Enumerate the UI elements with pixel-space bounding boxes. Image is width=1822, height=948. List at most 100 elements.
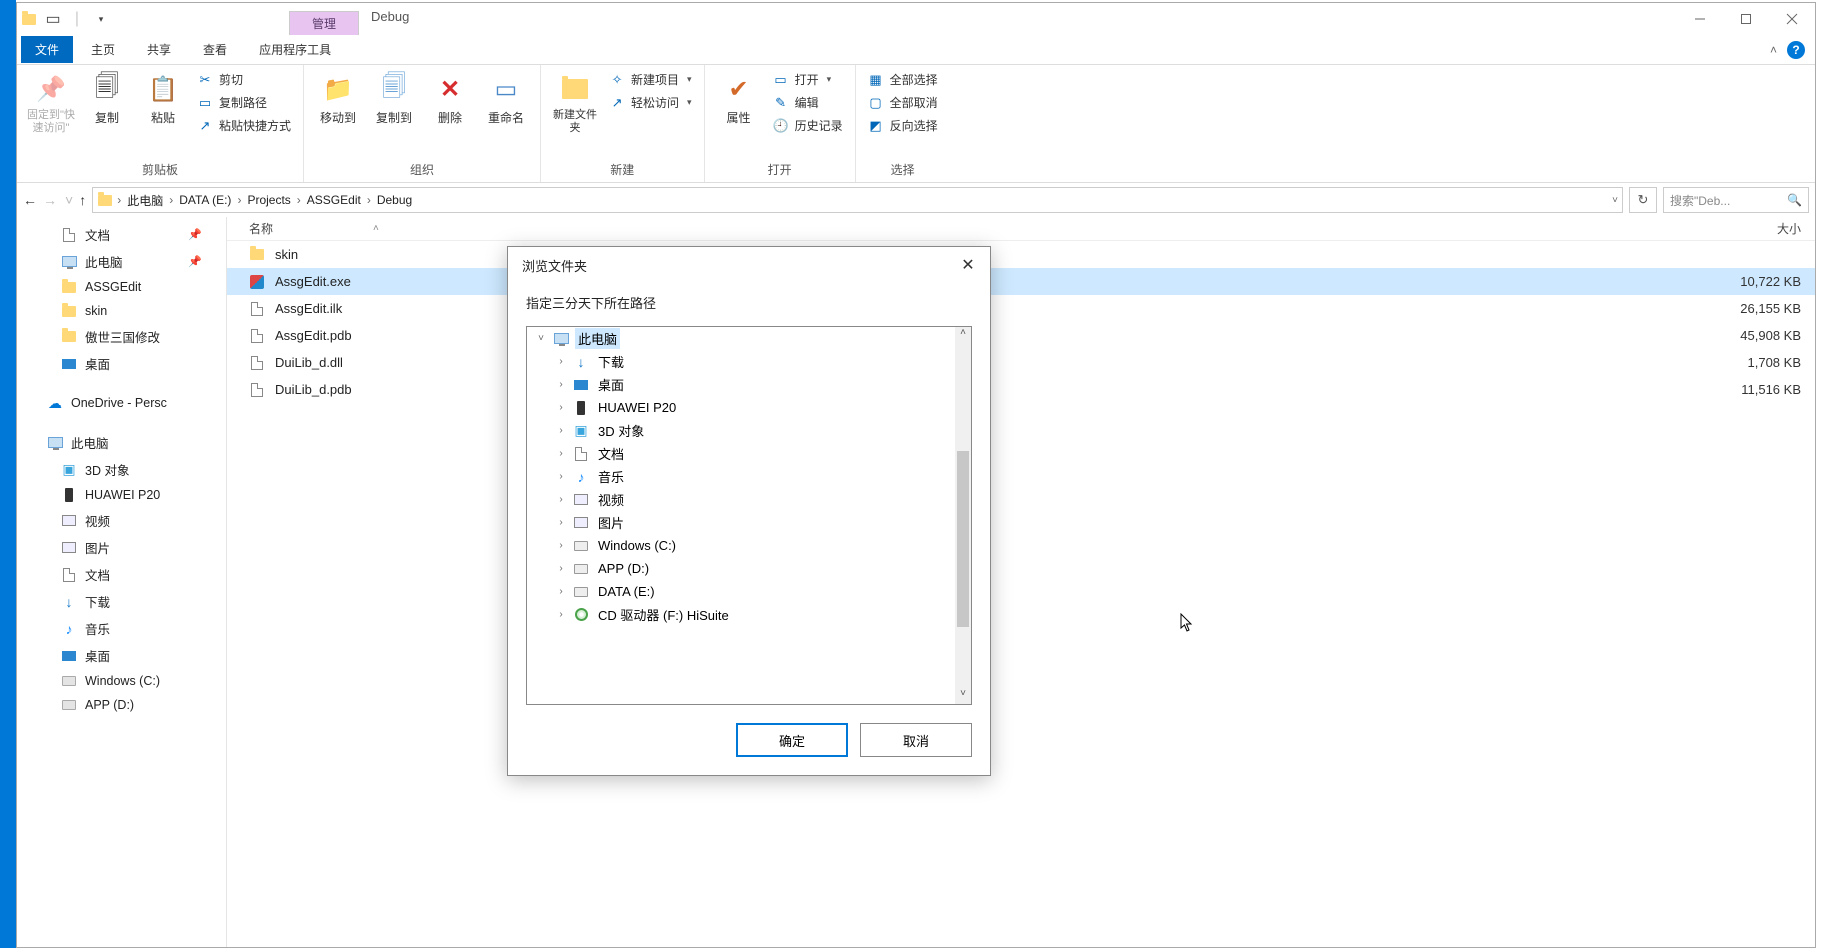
column-name[interactable]: 名称 bbox=[249, 220, 273, 237]
file-row[interactable]: DuiLib_d.dll1,708 KB bbox=[227, 349, 1815, 376]
new-folder-button[interactable]: 新建文件夹 bbox=[549, 69, 601, 137]
address-dropdown-icon[interactable]: ˅ bbox=[1612, 195, 1618, 206]
nav-app-d[interactable]: APP (D:) bbox=[17, 693, 226, 717]
breadcrumb-item[interactable]: Projects bbox=[245, 191, 292, 209]
tree-item-root[interactable]: ˅此电脑 bbox=[527, 327, 955, 350]
column-size[interactable]: 大小 bbox=[1719, 220, 1815, 237]
history-button[interactable]: 🕘历史记录 bbox=[769, 115, 847, 136]
file-row[interactable]: AssgEdit.ilk26,155 KB bbox=[227, 295, 1815, 322]
refresh-button[interactable]: ↻ bbox=[1629, 187, 1657, 213]
tree-scrollbar[interactable]: ˄ ˅ bbox=[955, 327, 971, 704]
scroll-thumb[interactable] bbox=[957, 451, 969, 627]
expand-icon[interactable]: › bbox=[555, 356, 567, 367]
paste-button[interactable]: 📋 粘贴 bbox=[137, 69, 189, 128]
nav-skin[interactable]: skin bbox=[17, 299, 226, 323]
nav-onedrive[interactable]: ☁OneDrive - Persc bbox=[17, 391, 226, 415]
nav-desktop-pinned[interactable]: 桌面 bbox=[17, 350, 226, 377]
history-dropdown[interactable]: ˅ bbox=[65, 192, 73, 208]
minimize-button[interactable] bbox=[1677, 3, 1723, 35]
help-icon[interactable]: ? bbox=[1787, 41, 1805, 59]
maximize-button[interactable] bbox=[1723, 3, 1769, 35]
expand-icon[interactable]: › bbox=[555, 448, 567, 459]
expand-icon[interactable]: › bbox=[555, 609, 567, 620]
copy-path-button[interactable]: ▭复制路径 bbox=[193, 92, 295, 113]
tree-item[interactable]: ›APP (D:) bbox=[527, 557, 955, 580]
collapse-icon[interactable]: ˅ bbox=[535, 333, 547, 344]
forward-button[interactable]: → bbox=[43, 192, 57, 208]
qat-properties-icon[interactable]: ▭ bbox=[45, 11, 61, 27]
file-list[interactable]: 名称˄ 大小 skinAssgEdit.exe10,722 KBAssgEdit… bbox=[227, 217, 1815, 947]
breadcrumb-item[interactable]: Debug bbox=[375, 191, 414, 209]
nav-desktop[interactable]: 桌面 bbox=[17, 642, 226, 669]
expand-icon[interactable]: › bbox=[555, 517, 567, 528]
pin-quick-access-button[interactable]: 📌 固定到"快速访问" bbox=[25, 69, 77, 137]
expand-icon[interactable]: › bbox=[555, 540, 567, 551]
move-to-button[interactable]: 📁移动到 bbox=[312, 69, 364, 128]
breadcrumb-item[interactable]: 此电脑 bbox=[125, 190, 165, 211]
expand-icon[interactable]: › bbox=[555, 586, 567, 597]
cut-button[interactable]: ✂剪切 bbox=[193, 69, 295, 90]
tree-item[interactable]: ›视频 bbox=[527, 488, 955, 511]
nav-documents2[interactable]: 文档 bbox=[17, 561, 226, 588]
ok-button[interactable]: 确定 bbox=[736, 723, 848, 757]
nav-downloads[interactable]: ↓下载 bbox=[17, 588, 226, 615]
tree-item[interactable]: ›DATA (E:) bbox=[527, 580, 955, 603]
up-button[interactable]: ↑ bbox=[79, 192, 86, 208]
nav-huawei[interactable]: HUAWEI P20 bbox=[17, 483, 226, 507]
expand-icon[interactable]: › bbox=[555, 425, 567, 436]
open-button[interactable]: ▭打开▾ bbox=[769, 69, 847, 90]
new-item-button[interactable]: ✧新建项目▾ bbox=[605, 69, 696, 90]
tab-share[interactable]: 共享 bbox=[131, 36, 187, 63]
expand-icon[interactable]: › bbox=[555, 494, 567, 505]
contextual-tab-manage[interactable]: 管理 bbox=[289, 11, 359, 35]
nav-windows-c[interactable]: Windows (C:) bbox=[17, 669, 226, 693]
tab-view[interactable]: 查看 bbox=[187, 36, 243, 63]
tree-item[interactable]: ›桌面 bbox=[527, 373, 955, 396]
file-row[interactable]: AssgEdit.exe10,722 KB bbox=[227, 268, 1815, 295]
tab-home[interactable]: 主页 bbox=[75, 36, 131, 63]
tab-app-tools[interactable]: 应用程序工具 bbox=[243, 36, 347, 63]
expand-icon[interactable]: › bbox=[555, 563, 567, 574]
paste-shortcut-button[interactable]: ↗粘贴快捷方式 bbox=[193, 115, 295, 136]
navigation-pane[interactable]: 文档📌 此电脑📌 ASSGEdit skin 傲世三国修改 桌面 ☁OneDri… bbox=[17, 217, 227, 947]
tree-item[interactable]: ›图片 bbox=[527, 511, 955, 534]
column-headers[interactable]: 名称˄ 大小 bbox=[227, 217, 1815, 241]
expand-icon[interactable]: › bbox=[555, 379, 567, 390]
nav-videos[interactable]: 视频 bbox=[17, 507, 226, 534]
edit-button[interactable]: ✎编辑 bbox=[769, 92, 847, 113]
nav-assgedit[interactable]: ASSGEdit bbox=[17, 275, 226, 299]
tree-item[interactable]: ›▣3D 对象 bbox=[527, 419, 955, 442]
scroll-down-icon[interactable]: ˅ bbox=[955, 688, 971, 704]
delete-button[interactable]: ✕删除 bbox=[424, 69, 476, 128]
select-none-button[interactable]: ▢全部取消 bbox=[864, 92, 942, 113]
nav-this-pc[interactable]: 此电脑 bbox=[17, 429, 226, 456]
tree-item[interactable]: ›Windows (C:) bbox=[527, 534, 955, 557]
address-bar[interactable]: › 此电脑› DATA (E:)› Projects› ASSGEdit› De… bbox=[92, 187, 1623, 213]
nav-this-pc-pinned[interactable]: 此电脑📌 bbox=[17, 248, 226, 275]
file-row[interactable]: DuiLib_d.pdb11,516 KB bbox=[227, 376, 1815, 403]
copy-button[interactable]: 🗐 复制 bbox=[81, 69, 133, 128]
search-box[interactable]: 搜索"Deb... 🔍 bbox=[1663, 187, 1809, 213]
back-button[interactable]: ← bbox=[23, 192, 37, 208]
breadcrumb-item[interactable]: ASSGEdit bbox=[305, 191, 363, 209]
tree-item[interactable]: ›HUAWEI P20 bbox=[527, 396, 955, 419]
dialog-close-button[interactable]: ✕ bbox=[956, 255, 980, 275]
nav-3d-objects[interactable]: ▣3D 对象 bbox=[17, 456, 226, 483]
qat-dropdown-icon[interactable]: ▾ bbox=[93, 11, 109, 27]
expand-icon[interactable]: › bbox=[555, 402, 567, 413]
invert-selection-button[interactable]: ◩反向选择 bbox=[864, 115, 942, 136]
scroll-up-icon[interactable]: ˄ bbox=[955, 327, 971, 343]
folder-tree[interactable]: ˅此电脑›↓下载›桌面›HUAWEI P20›▣3D 对象›文档›♪音乐›视频›… bbox=[526, 326, 972, 705]
file-row[interactable]: AssgEdit.pdb45,908 KB bbox=[227, 322, 1815, 349]
copy-to-button[interactable]: 🗐复制到 bbox=[368, 69, 420, 128]
easy-access-button[interactable]: ↗轻松访问▾ bbox=[605, 92, 696, 113]
properties-button[interactable]: ✔属性 bbox=[713, 69, 765, 128]
ribbon-collapse-icon[interactable]: ˄ bbox=[1770, 43, 1777, 57]
nav-documents[interactable]: 文档📌 bbox=[17, 221, 226, 248]
rename-button[interactable]: ▭重命名 bbox=[480, 69, 532, 128]
breadcrumb-item[interactable]: DATA (E:) bbox=[177, 191, 233, 209]
nav-pictures[interactable]: 图片 bbox=[17, 534, 226, 561]
tab-file[interactable]: 文件 bbox=[21, 36, 73, 63]
file-row[interactable]: skin bbox=[227, 241, 1815, 268]
close-button[interactable] bbox=[1769, 3, 1815, 35]
